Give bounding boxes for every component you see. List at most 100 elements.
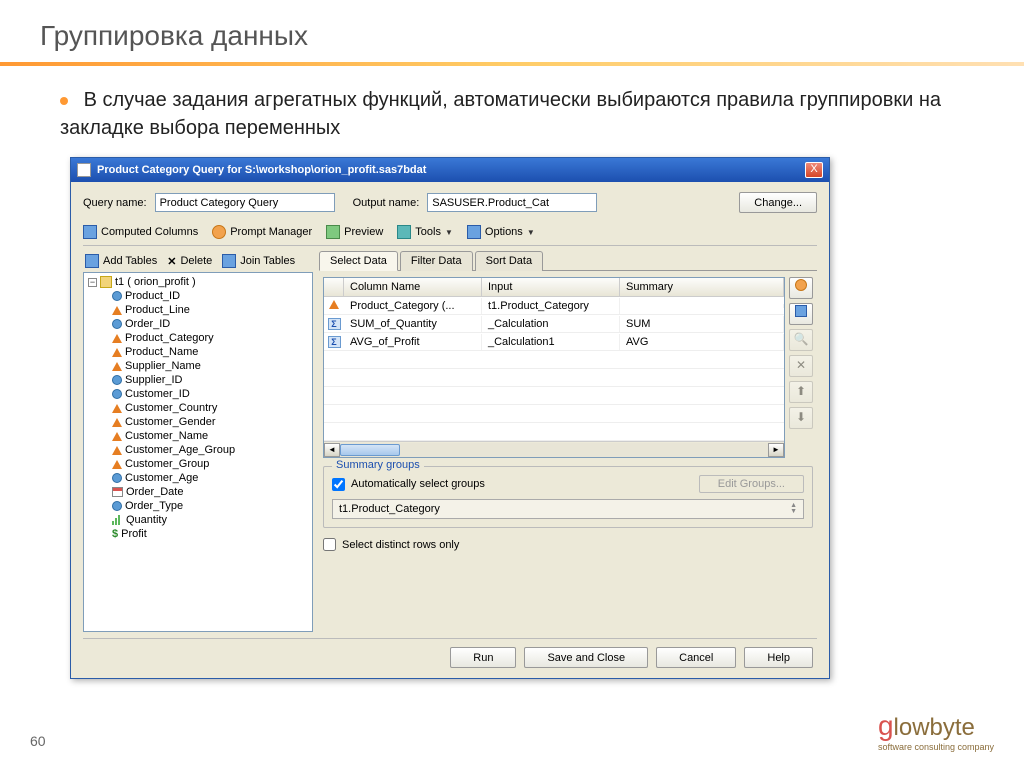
query-name-input[interactable] — [155, 193, 335, 212]
cell-summary: SUM — [620, 316, 784, 332]
tree-item[interactable]: Product_Line — [110, 303, 310, 317]
tree-item-label: Quantity — [126, 514, 167, 526]
cell-column-name: SUM_of_Quantity — [344, 316, 482, 332]
sigma-icon: Σ — [328, 336, 341, 348]
tree-item[interactable]: Customer_Age — [110, 471, 310, 485]
computed-columns-button[interactable]: Computed Columns — [83, 225, 198, 239]
preview-button[interactable]: Preview — [326, 225, 383, 239]
logo: glowbyte software consulting company — [878, 710, 994, 752]
change-button[interactable]: Change... — [739, 192, 817, 213]
tree-item-label: Profit — [121, 528, 147, 540]
move-up-button: ⬆ — [789, 381, 813, 403]
char-col-icon — [112, 418, 122, 427]
titlebar[interactable]: Product Category Query for S:\workshop\o… — [71, 158, 829, 182]
tree-item[interactable]: Product_ID — [110, 289, 310, 303]
query-window: Product Category Query for S:\workshop\o… — [70, 157, 830, 679]
wand-icon — [795, 279, 807, 291]
prompt-manager-button[interactable]: Prompt Manager — [212, 225, 312, 239]
tree-item[interactable]: Order_Date — [110, 485, 310, 499]
grid-icon — [83, 225, 97, 239]
tree-item[interactable]: Customer_Name — [110, 429, 310, 443]
tools-dropdown[interactable]: Tools▼ — [397, 225, 453, 239]
grid-row[interactable]: Product_Category (...t1.Product_Category — [324, 297, 784, 315]
tree-item[interactable]: Order_ID — [110, 317, 310, 331]
tree-item-label: Customer_Name — [125, 430, 208, 442]
header-column-name[interactable]: Column Name — [344, 278, 482, 296]
join-tables-button[interactable]: Join Tables — [222, 254, 295, 268]
prompt-icon — [212, 225, 226, 239]
query-config-pane: Select Data Filter Data Sort Data Column… — [319, 250, 817, 632]
columns-grid[interactable]: Column Name Input Summary Product_Catego… — [323, 277, 785, 458]
add-column-button[interactable] — [789, 277, 813, 299]
grid-row[interactable]: ΣSUM_of_Quantity_CalculationSUM — [324, 315, 784, 333]
run-button[interactable]: Run — [450, 647, 516, 668]
tree-item-label: Customer_Gender — [125, 416, 216, 428]
tree-item[interactable]: Customer_Gender — [110, 415, 310, 429]
tree-item-label: Order_Type — [125, 500, 183, 512]
distinct-checkbox[interactable] — [323, 538, 336, 551]
properties-button[interactable] — [789, 303, 813, 325]
spinner-icon[interactable]: ▲▼ — [790, 503, 797, 515]
search-icon: 🔍 — [794, 332, 809, 346]
tree-item-label: Supplier_ID — [125, 374, 182, 386]
help-button[interactable]: Help — [744, 647, 813, 668]
header-input[interactable]: Input — [482, 278, 620, 296]
tree-item[interactable]: Customer_Group — [110, 457, 310, 471]
char-col-icon — [112, 306, 122, 315]
options-dropdown[interactable]: Options▼ — [467, 225, 535, 239]
tree-root[interactable]: − t1 ( orion_profit ) — [86, 275, 310, 289]
join-icon — [222, 254, 236, 268]
close-button[interactable]: X — [805, 162, 823, 178]
output-name-input[interactable] — [427, 193, 597, 212]
tree-item[interactable]: Order_Type — [110, 499, 310, 513]
tree-item[interactable]: Customer_ID — [110, 387, 310, 401]
tab-sort-data[interactable]: Sort Data — [475, 251, 543, 271]
bullet-content: В случае задания агрегатных функций, авт… — [60, 89, 941, 139]
num-col-icon — [112, 501, 122, 511]
tree-item[interactable]: Customer_Age_Group — [110, 443, 310, 457]
cancel-button[interactable]: Cancel — [656, 647, 736, 668]
tree-item[interactable]: Supplier_Name — [110, 359, 310, 373]
slide-title: Группировка данных — [0, 0, 1024, 62]
header-summary[interactable]: Summary — [620, 278, 784, 296]
tree-item[interactable]: Customer_Country — [110, 401, 310, 415]
tree-item-label: Product_Category — [125, 332, 214, 344]
save-close-button[interactable]: Save and Close — [524, 647, 648, 668]
scroll-left-button[interactable]: ◄ — [324, 443, 340, 457]
columns-tree[interactable]: − t1 ( orion_profit ) Product_IDProduct_… — [83, 272, 313, 632]
delete-button[interactable]: ✕Delete — [167, 255, 212, 268]
remove-button: ✕ — [789, 355, 813, 377]
tree-item-label: Customer_Age — [125, 472, 198, 484]
auto-select-label: Automatically select groups — [351, 478, 485, 490]
char-col-icon — [112, 334, 122, 343]
grid-row[interactable]: ΣAVG_of_Profit_Calculation1AVG — [324, 333, 784, 351]
tree-item[interactable]: $Profit — [110, 527, 310, 541]
output-name-label: Output name: — [353, 197, 420, 209]
tree-item[interactable]: Product_Name — [110, 345, 310, 359]
tree-item-label: Supplier_Name — [125, 360, 201, 372]
tree-item[interactable]: Product_Category — [110, 331, 310, 345]
tree-item[interactable]: Supplier_ID — [110, 373, 310, 387]
tree-item-label: Product_Line — [125, 304, 190, 316]
scroll-thumb[interactable] — [340, 444, 400, 456]
collapse-icon[interactable]: − — [88, 278, 97, 287]
char-col-icon — [112, 348, 122, 357]
groups-list[interactable]: t1.Product_Category ▲▼ — [332, 499, 804, 519]
tab-filter-data[interactable]: Filter Data — [400, 251, 473, 271]
tree-item[interactable]: Quantity — [110, 513, 310, 527]
horizontal-scrollbar[interactable]: ◄ ► — [324, 441, 784, 457]
scroll-right-button[interactable]: ► — [768, 443, 784, 457]
arrow-up-icon: ⬆ — [796, 384, 806, 398]
query-name-label: Query name: — [83, 197, 147, 209]
distinct-row: Select distinct rows only — [323, 538, 813, 551]
add-tables-button[interactable]: Add Tables — [85, 254, 157, 268]
num-col-icon — [112, 319, 122, 329]
tab-select-data[interactable]: Select Data — [319, 251, 398, 271]
main-toolbar: Computed Columns Prompt Manager Preview … — [83, 221, 817, 246]
title-underline — [0, 62, 1024, 66]
group-item: t1.Product_Category — [339, 503, 440, 515]
edit-button: 🔍 — [789, 329, 813, 351]
cell-summary: AVG — [620, 334, 784, 350]
auto-select-groups-checkbox[interactable] — [332, 478, 345, 491]
chevron-down-icon: ▼ — [527, 228, 535, 237]
